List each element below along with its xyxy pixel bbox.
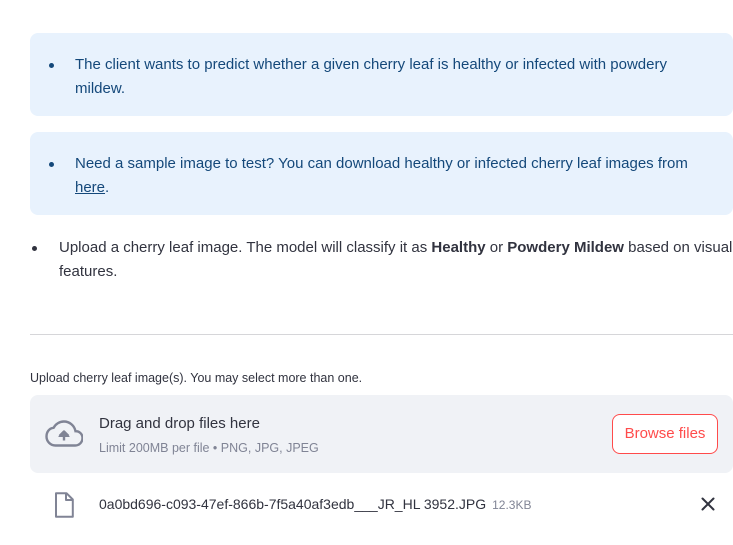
info-list: Need a sample image to test? You can dow… [30, 152, 733, 200]
info-text-sample: Need a sample image to test? You can dow… [75, 155, 688, 172]
uploader-label: Upload cherry leaf image(s). You may sel… [30, 371, 363, 385]
info-item-sample: Need a sample image to test? You can dow… [30, 152, 733, 200]
uploaded-file-size: 12.3KB [492, 498, 532, 512]
cloud-upload-icon [45, 420, 83, 447]
label-powdery-mildew: Powdery Mildew [507, 239, 624, 256]
browse-files-button[interactable]: Browse files [612, 414, 718, 454]
upload-instruction-item: Upload a cherry leaf image. The model wi… [30, 236, 733, 284]
page: The client wants to predict whether a gi… [0, 0, 733, 545]
instruction-text: Upload a cherry leaf image. The model wi… [59, 239, 432, 256]
instruction-text: or [485, 239, 508, 256]
divider [30, 334, 733, 335]
label-healthy: Healthy [431, 239, 486, 256]
file-name-text: 0a0bd696-c093-47ef-866b-7f5a40af3edb___J… [99, 496, 487, 512]
file-icon [55, 492, 74, 518]
info-list: The client wants to predict whether a gi… [30, 53, 733, 101]
info-item-client: The client wants to predict whether a gi… [30, 53, 733, 101]
file-dropzone[interactable]: Drag and drop files here Limit 200MB per… [30, 395, 733, 473]
sample-images-link[interactable]: here [75, 179, 105, 196]
upload-instructions: Upload a cherry leaf image. The model wi… [30, 236, 733, 284]
uploaded-file-row: 0a0bd696-c093-47ef-866b-7f5a40af3edb___J… [30, 485, 733, 525]
info-text-client: The client wants to predict whether a gi… [75, 56, 667, 97]
dropzone-title: Drag and drop files here [99, 415, 260, 432]
dropzone-limits: Limit 200MB per file • PNG, JPG, JPEG [99, 441, 319, 455]
remove-file-close-icon[interactable] [701, 497, 715, 511]
info-suffix: . [105, 179, 110, 196]
uploaded-file-name: 0a0bd696-c093-47ef-866b-7f5a40af3edb___J… [99, 496, 532, 512]
info-box-sample: Need a sample image to test? You can dow… [30, 132, 733, 215]
info-box-client: The client wants to predict whether a gi… [30, 33, 733, 116]
